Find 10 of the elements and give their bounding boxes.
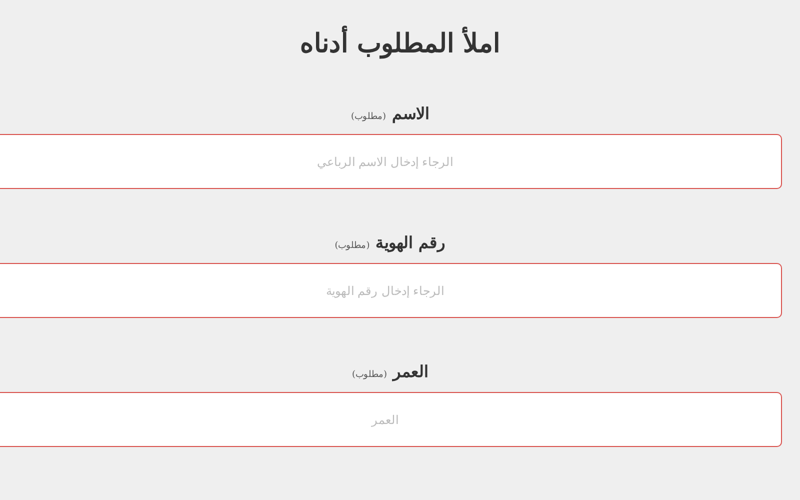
field-label: العمر [393,361,428,384]
page-title: املأ المطلوب أدناه [300,24,500,64]
field-label: رقم الهوية [376,232,446,254]
required-note: (مطلوب) [352,369,388,382]
field-label: الاسم [392,103,430,126]
required-note: (مطلوب) [350,111,386,124]
input-field[interactable]: الرجاء إدخال رقم الهوية [0,263,782,318]
input-field[interactable]: الرجاء إدخال الاسم الرباعي [0,134,782,189]
input-field[interactable]: العمر [0,392,782,447]
required-note: (مطلوب) [334,240,370,253]
